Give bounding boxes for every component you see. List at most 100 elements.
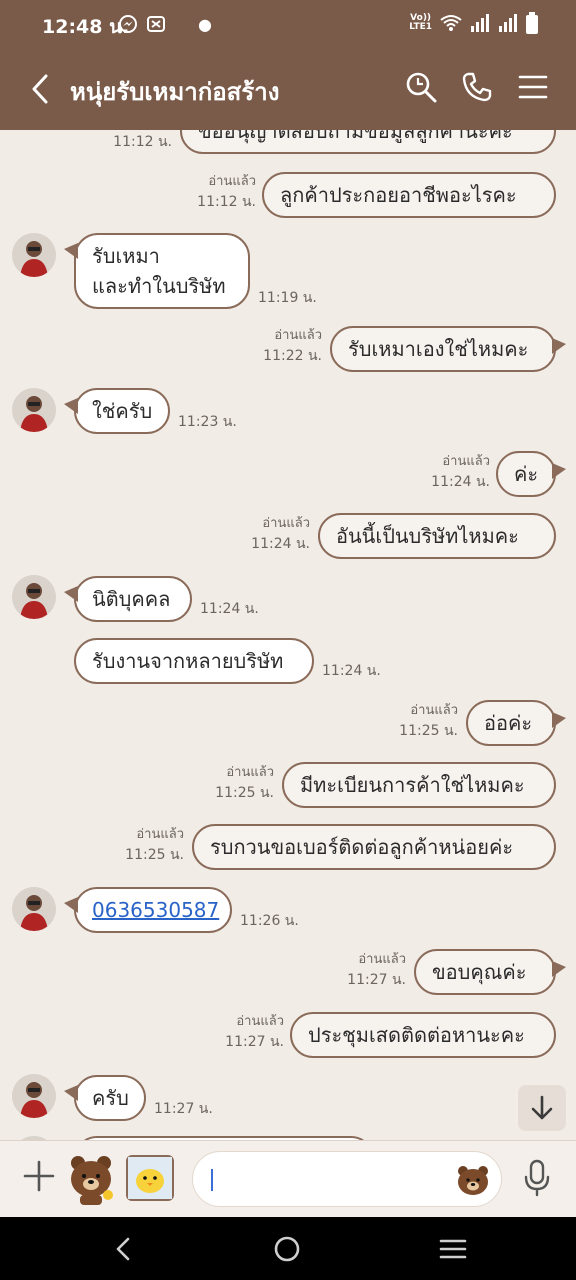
battery-icon bbox=[526, 12, 538, 34]
message-meta: อ่านแล้ว 11:27 น. bbox=[347, 950, 406, 990]
message-text: อ่อค่ะ bbox=[484, 711, 533, 735]
message-bubble-incoming[interactable]: นิติบุคคล bbox=[64, 576, 192, 622]
message-meta: อ่านแล้ว 11:24 น. bbox=[431, 452, 490, 492]
message-time: 11:24 น. bbox=[251, 536, 310, 552]
message-text: ขอบคุณค่ะ bbox=[432, 960, 527, 984]
message-input-bar bbox=[0, 1140, 576, 1217]
menu-icon[interactable] bbox=[516, 70, 550, 104]
bear-face-icon[interactable] bbox=[455, 1162, 491, 1198]
message-bubble-incoming[interactable]: ใช่ครับ bbox=[64, 388, 170, 434]
brown-bear-sticker[interactable] bbox=[66, 1151, 116, 1205]
nav-recents-icon[interactable] bbox=[438, 1235, 468, 1263]
message-text: ใช่ครับ bbox=[92, 399, 153, 423]
avatar-photo bbox=[12, 887, 56, 931]
read-receipt: อ่านแล้ว bbox=[442, 454, 490, 469]
message-bubble-outgoing[interactable]: อันนี้เป็นบริษัทไหมคะ bbox=[318, 513, 556, 559]
message-time: 11:22 น. bbox=[263, 348, 322, 364]
chat-header: หนุ่ยรับเหมาก่อสร้าง bbox=[0, 48, 576, 130]
message-text: ค่ะ bbox=[514, 462, 539, 486]
scroll-to-bottom-button[interactable] bbox=[518, 1085, 566, 1131]
read-receipt: อ่านแล้ว bbox=[262, 516, 310, 531]
message-time: 11:24 น. bbox=[200, 601, 259, 617]
message-time: 11:25 น. bbox=[399, 723, 458, 739]
message-text: ลูกค้าประกอยอาชีพอะไรคะ bbox=[280, 183, 517, 207]
system-navigation-bar bbox=[0, 1217, 576, 1280]
volte-icon: Vo)) LTE1 bbox=[409, 13, 432, 32]
message-text: นิติบุคคล bbox=[92, 587, 171, 611]
read-receipt: อ่านแล้ว bbox=[410, 703, 458, 718]
avatar[interactable] bbox=[12, 388, 56, 432]
microphone-icon[interactable] bbox=[522, 1159, 552, 1197]
avatar[interactable] bbox=[12, 887, 56, 931]
read-receipt: อ่านแล้ว bbox=[358, 952, 406, 967]
read-receipt: อ่านแล้ว bbox=[274, 328, 322, 343]
message-meta: อ่านแล้ว 11:25 น. bbox=[399, 701, 458, 741]
message-bubble-incoming[interactable]: รับงานจากหลายบริษัท bbox=[74, 638, 314, 684]
avatar-photo bbox=[12, 1074, 56, 1118]
message-time: 11:27 น. bbox=[154, 1101, 213, 1117]
message-meta: อ่านแล้ว 11:12 น. bbox=[197, 172, 256, 212]
status-time: 12:48 น. bbox=[42, 16, 130, 38]
capcut-icon bbox=[147, 16, 165, 32]
nav-home-icon[interactable] bbox=[272, 1235, 302, 1263]
message-text-line: และทำในบริษัท bbox=[92, 274, 226, 298]
read-receipt: อ่านแล้ว bbox=[208, 174, 256, 189]
chat-message-list[interactable]: 11:12 น. ขออนุญาตสอบถามข้อมูลลูกค้านะคะ … bbox=[0, 130, 576, 1140]
message-text: อันนี้เป็นบริษัทไหมคะ bbox=[336, 524, 519, 548]
message-bubble-outgoing[interactable]: ลูกค้าประกอยอาชีพอะไรคะ bbox=[262, 172, 556, 218]
message-time: 11:12 น. bbox=[113, 134, 172, 150]
phone-number-link[interactable]: 0636530587 bbox=[92, 898, 219, 922]
search-icon[interactable] bbox=[404, 70, 438, 104]
read-receipt: อ่านแล้ว bbox=[136, 827, 184, 842]
message-time: 11:26 น. bbox=[240, 913, 299, 929]
message-bubble-outgoing[interactable]: ค่ะ bbox=[496, 451, 566, 497]
message-text: มีทะเบียนการค้าใช่ไหมคะ bbox=[300, 773, 525, 797]
message-meta: อ่านแล้ว 11:27 น. bbox=[225, 1012, 284, 1052]
avatar-photo bbox=[12, 575, 56, 619]
message-meta: 11:12 น. bbox=[113, 132, 172, 152]
message-input[interactable] bbox=[192, 1151, 502, 1207]
message-time: 11:24 น. bbox=[431, 474, 490, 490]
status-dot: ● bbox=[198, 15, 212, 34]
message-meta: อ่านแล้ว 11:25 น. bbox=[125, 825, 184, 865]
arrow-down-icon bbox=[531, 1095, 553, 1120]
message-bubble-outgoing[interactable]: มีทะเบียนการค้าใช่ไหมคะ bbox=[282, 762, 556, 808]
avatar-photo bbox=[12, 233, 56, 277]
message-text: รบกวนขอเบอร์ติดต่อลูกค้าหน่อยค่ะ bbox=[210, 835, 514, 859]
wifi-icon bbox=[440, 15, 462, 31]
chick-icon bbox=[128, 1157, 172, 1199]
message-bubble-incoming[interactable]: ครับ bbox=[64, 1075, 146, 1121]
avatar[interactable] bbox=[12, 1074, 56, 1118]
message-meta: อ่านแล้ว 11:25 น. bbox=[215, 763, 274, 803]
message-bubble-outgoing[interactable]: ขออนุญาตสอบถามข้อมูลลูกค้านะคะ bbox=[180, 130, 556, 154]
message-text: ประชุมเสดติดต่อหานะคะ bbox=[308, 1023, 525, 1047]
message-bubble-outgoing[interactable]: ประชุมเสดติดต่อหานะคะ bbox=[290, 1012, 556, 1058]
message-bubble-outgoing[interactable]: อ่อค่ะ bbox=[466, 700, 566, 746]
avatar-photo bbox=[12, 388, 56, 432]
status-bar: 12:48 น. ● Vo)) LTE1 bbox=[0, 0, 576, 48]
read-receipt: อ่านแล้ว bbox=[226, 765, 274, 780]
message-time: 11:12 น. bbox=[197, 194, 256, 210]
message-bubble-outgoing[interactable]: รบกวนขอเบอร์ติดต่อลูกค้าหน่อยค่ะ bbox=[192, 824, 556, 870]
signal-icon-2 bbox=[499, 14, 517, 32]
message-bubble-incoming[interactable]: รับเหมา และทำในบริษัท bbox=[64, 233, 250, 309]
message-time: 11:23 น. bbox=[178, 414, 237, 430]
message-time: 11:27 น. bbox=[225, 1034, 284, 1050]
message-meta: อ่านแล้ว 11:22 น. bbox=[263, 326, 322, 366]
messenger-icon bbox=[119, 15, 137, 33]
message-bubble-incoming[interactable]: 0636530587 bbox=[64, 887, 232, 933]
avatar[interactable] bbox=[12, 575, 56, 619]
message-text: รับงานจากหลายบริษัท bbox=[92, 649, 284, 673]
system-icons: Vo)) LTE1 bbox=[409, 12, 538, 34]
message-bubble-outgoing[interactable]: รับเหมาเองใช่ไหมคะ bbox=[330, 326, 566, 372]
plus-icon[interactable] bbox=[22, 1159, 56, 1193]
phone-icon[interactable] bbox=[460, 70, 494, 104]
sally-chick-sticker[interactable] bbox=[126, 1155, 174, 1201]
back-icon[interactable] bbox=[26, 72, 56, 106]
message-text: ขออนุญาตสอบถามข้อมูลลูกค้านะคะ bbox=[198, 130, 513, 143]
message-bubble-outgoing[interactable]: ขอบคุณค่ะ bbox=[414, 949, 566, 995]
message-text: ครับ bbox=[92, 1086, 129, 1110]
avatar[interactable] bbox=[12, 233, 56, 277]
notification-icons bbox=[118, 14, 166, 34]
nav-back-icon[interactable] bbox=[108, 1235, 138, 1263]
